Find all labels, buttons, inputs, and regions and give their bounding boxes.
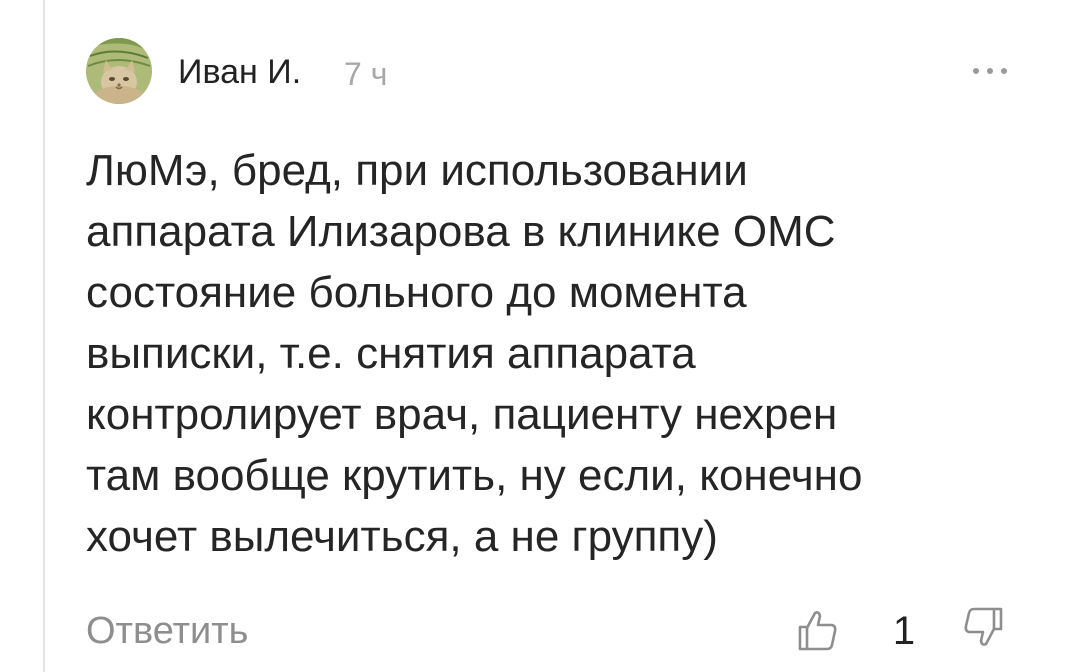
comment-time: 7 ч [344,56,388,92]
thread-line [43,0,45,672]
comment: Иван И. 7 ч ЛюМэ, бред, при использовани… [86,38,1026,672]
thumb-up-icon[interactable] [794,607,840,653]
comment-actions: Ответить 1 [86,603,1026,659]
rating-count: 1 [892,609,916,653]
thumb-down-icon[interactable] [962,605,1008,651]
comment-text: ЛюМэ, бред, при использовании аппарата И… [86,146,863,561]
reply-button[interactable]: Ответить [86,609,248,653]
author-name[interactable]: Иван И. [178,52,301,92]
comment-header: Иван И. 7 ч [86,38,1026,106]
more-dots-icon[interactable] [970,56,1010,86]
avatar-cat-image [86,38,152,104]
avatar[interactable] [86,38,152,104]
